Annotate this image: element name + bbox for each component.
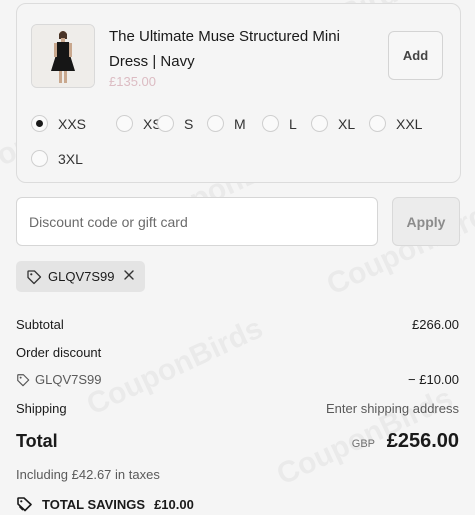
radio-icon[interactable]: [207, 115, 224, 132]
taxes-note: Including £42.67 in taxes: [16, 467, 160, 482]
radio-icon[interactable]: [116, 115, 133, 132]
order-discount-label: Order discount: [16, 345, 102, 360]
remove-code-icon[interactable]: [122, 268, 136, 282]
radio-icon[interactable]: [31, 150, 48, 167]
discount-code-label: GLQV7S99: [35, 372, 102, 387]
radio-icon[interactable]: [369, 115, 386, 132]
dress-icon: [32, 25, 94, 87]
tag-icon: [27, 269, 42, 284]
product-card: The Ultimate Muse Structured Mini Dress …: [16, 3, 461, 183]
savings-label: TOTAL SAVINGS: [42, 496, 146, 512]
subtotal-value: £266.00: [412, 317, 459, 332]
savings-value: £10.00: [154, 496, 194, 512]
watermark: CouponBirds: [82, 311, 269, 422]
size-label: XL: [338, 115, 356, 132]
total-value: £256.00: [386, 430, 459, 452]
savings-tag-icon: [17, 497, 32, 512]
radio-icon[interactable]: [311, 115, 328, 132]
discount-code-row: GLQV7S99: [16, 372, 102, 387]
tag-icon: [17, 373, 30, 386]
currency-code: GBP: [351, 438, 375, 450]
shipping-value: Enter shipping address: [326, 401, 459, 416]
size-option-xs[interactable]: XS: [116, 115, 162, 132]
discount-code-input[interactable]: [16, 197, 378, 246]
size-label: S: [184, 115, 194, 132]
size-option-xl[interactable]: XL: [311, 115, 355, 132]
size-option-xxl[interactable]: XXL: [369, 115, 422, 132]
product-price: £135.00: [109, 74, 156, 89]
dress-product-image[interactable]: [31, 24, 95, 88]
size-option-s[interactable]: S: [157, 115, 193, 132]
size-option-m[interactable]: M: [207, 115, 246, 132]
size-label: 3XL: [58, 150, 83, 167]
radio-icon[interactable]: [157, 115, 174, 132]
size-option-l[interactable]: L: [262, 115, 297, 132]
size-label: L: [289, 115, 297, 132]
radio-icon[interactable]: [262, 115, 279, 132]
subtotal-label: Subtotal: [16, 317, 64, 332]
size-label: XXL: [396, 115, 423, 132]
size-label: M: [234, 115, 246, 132]
product-title[interactable]: The Ultimate Muse Structured Mini Dress …: [109, 24, 371, 74]
total-label: Total: [16, 431, 58, 451]
shipping-label: Shipping: [16, 401, 67, 416]
radio-icon[interactable]: [31, 115, 48, 132]
size-option-xxs[interactable]: XXS: [31, 115, 86, 132]
size-label: XXS: [58, 115, 87, 132]
total-savings: TOTAL SAVINGS £10.00: [16, 496, 194, 512]
size-option-3xl[interactable]: 3XL: [31, 150, 83, 167]
discount-value: − £10.00: [408, 372, 459, 387]
add-button[interactable]: Add: [388, 31, 443, 80]
applied-code-label: GLQV7S99: [48, 269, 115, 284]
applied-code-chip: GLQV7S99: [16, 261, 145, 292]
apply-button[interactable]: Apply: [392, 197, 460, 246]
